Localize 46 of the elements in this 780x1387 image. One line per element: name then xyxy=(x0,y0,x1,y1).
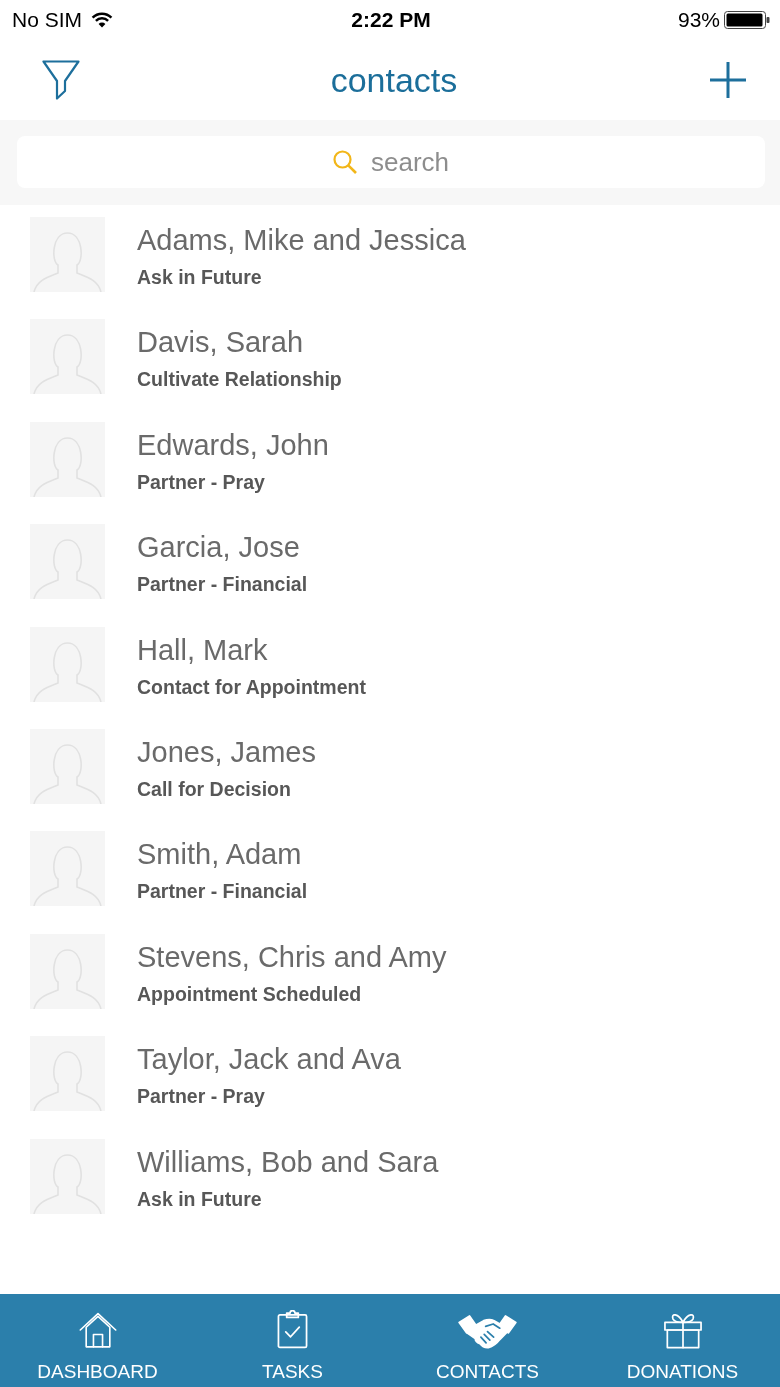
avatar-icon xyxy=(30,421,105,497)
contact-status: Appointment Scheduled xyxy=(137,981,363,1007)
battery-icon xyxy=(724,11,770,29)
avatar-icon xyxy=(30,1036,105,1112)
search-field[interactable]: search xyxy=(17,136,765,188)
contact-status: Partner - Financial xyxy=(137,879,308,905)
contact-name: Edwards, John xyxy=(137,427,329,463)
contact-name: Jones, James xyxy=(137,734,316,770)
contact-status: Call for Decision xyxy=(137,776,292,802)
wifi-icon xyxy=(91,12,113,28)
contact-status: Contact for Appointment xyxy=(137,674,366,700)
search-icon xyxy=(333,150,357,174)
filter-button[interactable] xyxy=(42,60,80,100)
contact-name: Garcia, Jose xyxy=(137,530,301,566)
contact-status: Ask in Future xyxy=(137,265,263,290)
avatar-icon xyxy=(30,217,105,292)
contact-name: Smith, Adam xyxy=(137,837,303,873)
tab[interactable]: CONTACTS xyxy=(390,1294,585,1387)
filter-icon xyxy=(42,60,80,100)
avatar-icon xyxy=(30,524,105,600)
add-button[interactable] xyxy=(710,62,746,98)
avatar-icon xyxy=(30,831,105,907)
contact-name: Davis, Sarah xyxy=(137,325,304,361)
plus-icon xyxy=(710,62,746,98)
contact-name: Taylor, Jack and Ava xyxy=(137,1042,401,1078)
contact-name: Adams, Mike and Jessica xyxy=(137,223,466,258)
contact-name: Stevens, Chris and Amy xyxy=(137,939,447,975)
tab[interactable]: TASKS xyxy=(195,1294,390,1387)
contact-status: Ask in Future xyxy=(137,1186,263,1212)
tab[interactable]: DASHBOARD xyxy=(0,1294,195,1387)
contact-status: Partner - Pray xyxy=(137,469,266,495)
avatar-icon xyxy=(30,626,105,702)
battery-percent: 93% xyxy=(677,8,720,32)
page-title: contacts xyxy=(330,60,458,100)
contact-name: Hall, Mark xyxy=(137,632,269,668)
carrier-name: No SIM xyxy=(12,8,82,32)
avatar-icon xyxy=(30,728,105,804)
contact-status: Partner - Financial xyxy=(137,572,308,598)
clock-time: 2:22 PM xyxy=(351,8,431,32)
avatar-icon xyxy=(30,319,105,395)
tab[interactable]: DONATIONS xyxy=(585,1294,780,1387)
contact-status: Partner - Pray xyxy=(137,1084,266,1110)
contact-status: Cultivate Relationship xyxy=(137,367,342,393)
avatar-icon xyxy=(30,933,105,1009)
avatar-icon xyxy=(30,1138,105,1214)
contact-name: Williams, Bob and Sara xyxy=(137,1144,439,1180)
